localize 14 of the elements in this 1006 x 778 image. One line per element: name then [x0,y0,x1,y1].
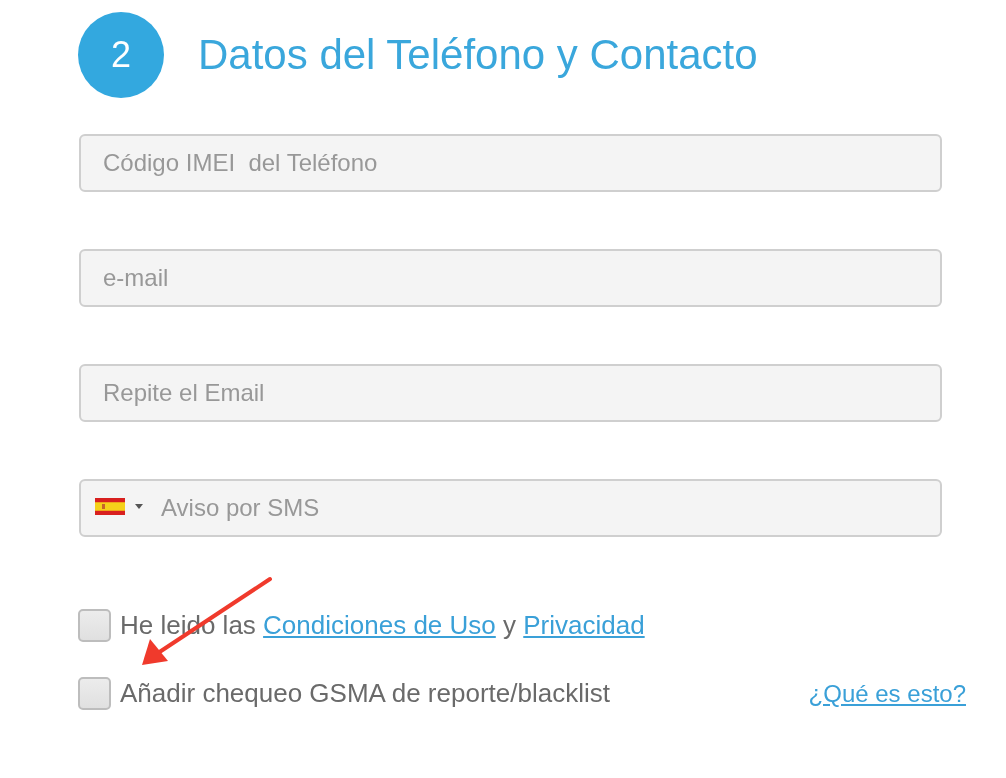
help-link[interactable]: ¿Qué es esto? [808,679,966,708]
imei-field[interactable]: Código IMEI del Teléfono [79,134,942,192]
terms-link[interactable]: Condiciones de Uso [263,610,496,640]
step-number-badge: 2 [78,12,164,98]
privacy-link[interactable]: Privacidad [523,610,645,640]
spain-flag-icon [95,498,125,515]
section-title: Datos del Teléfono y Contacto [198,31,758,79]
email-field[interactable]: e-mail [79,249,942,307]
email-confirm-field[interactable]: Repite el Email [79,364,942,422]
caret-icon [135,504,143,509]
gsma-check-label: Añadir chequeo GSMA de reporte/blacklist [120,678,610,709]
phone-field[interactable]: Aviso por SMS [79,479,942,537]
checkbox[interactable] [78,677,111,710]
checkbox[interactable] [78,609,111,642]
